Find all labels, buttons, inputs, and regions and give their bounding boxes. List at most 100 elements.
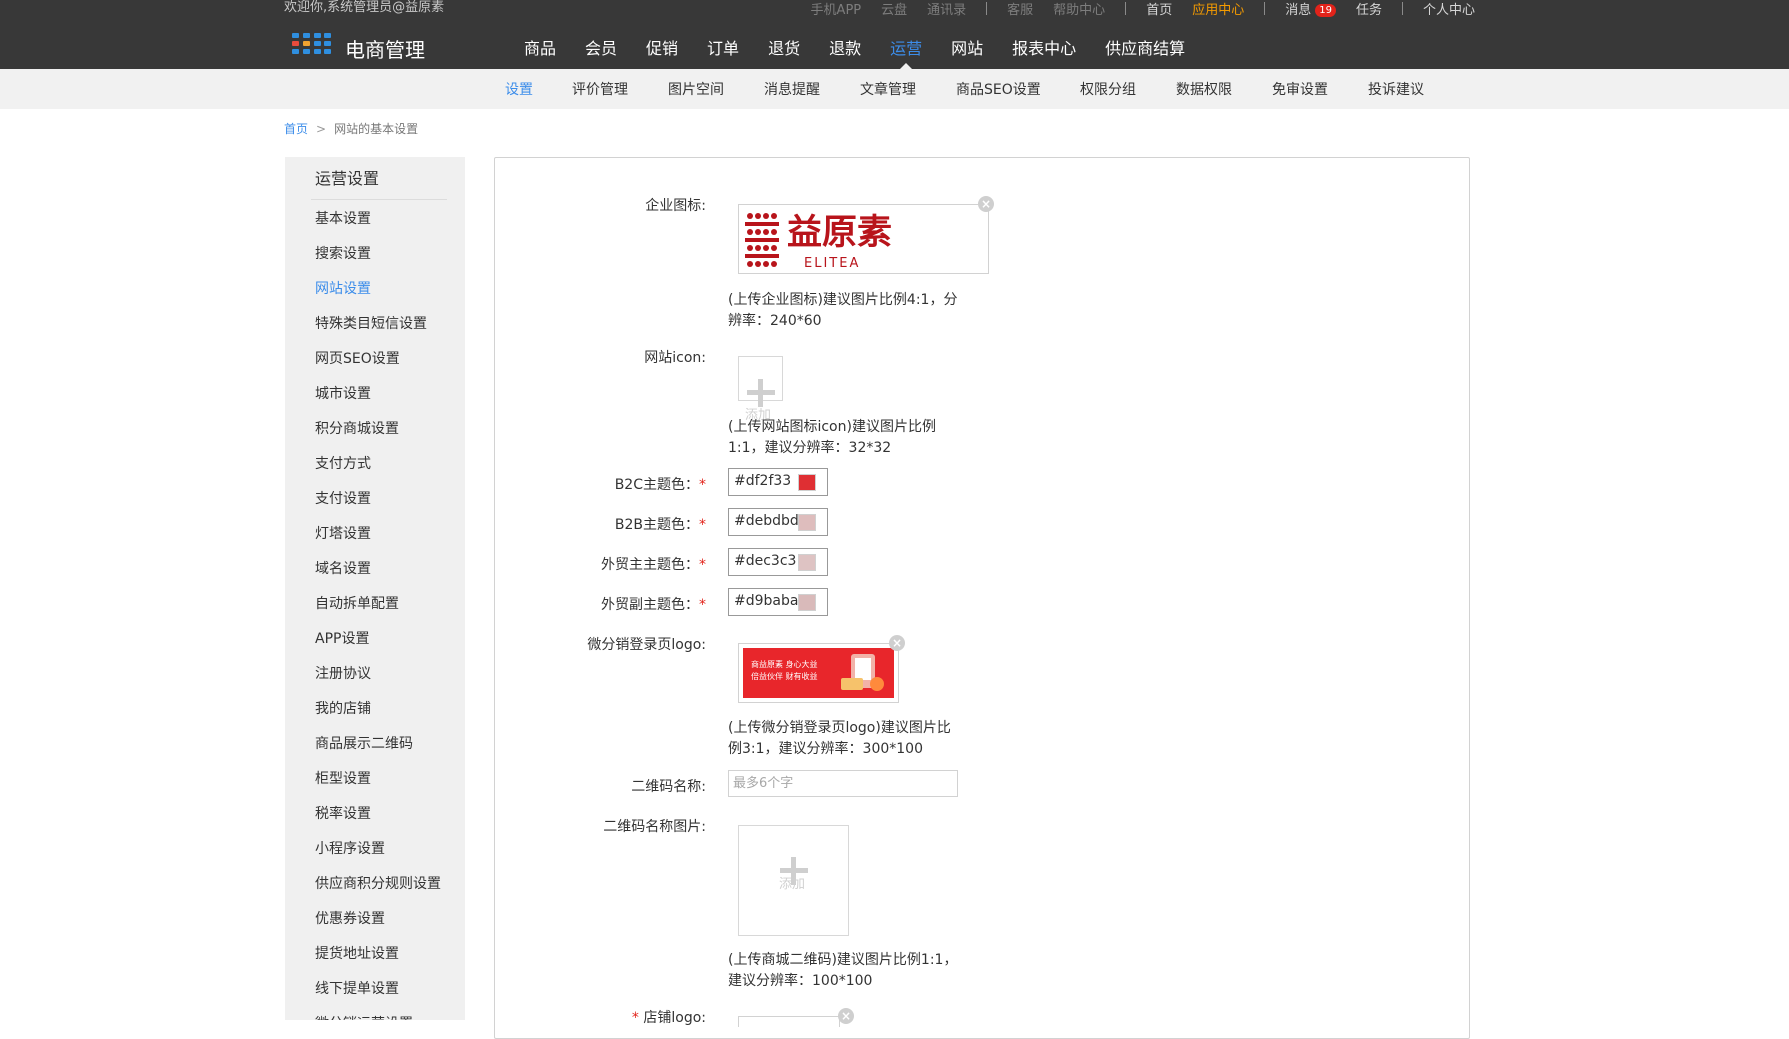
sidebar-item-pickup[interactable]: 提货地址设置 — [315, 937, 441, 972]
wdx-banner-line1: 商益原素 身心大益 — [751, 659, 818, 669]
sidebar-item-app[interactable]: APP设置 — [315, 622, 441, 657]
cloud-link[interactable]: 云盘 — [881, 0, 907, 18]
sidebar: 运营设置 基本设置 搜索设置 网站设置 特殊类目短信设置 网页SEO设置 城市设… — [285, 157, 465, 1020]
home-link[interactable]: 首页 — [1146, 0, 1172, 18]
contacts-link[interactable]: 通讯录 — [927, 0, 966, 18]
qr-image-hint: (上传商城二维码)建议图片比例1:1， 建议分辨率：100*100 — [728, 950, 957, 992]
b2c-color-swatch[interactable] — [798, 474, 816, 491]
subnav-goods-seo[interactable]: 商品SEO设置 — [956, 79, 1041, 99]
main-nav: 商品 会员 促销 订单 退货 退款 运营 网站 报表中心 供应商结算 — [524, 36, 1214, 70]
hint-line: 例3:1，建议分辨率：300*100 — [728, 741, 923, 757]
nav-website[interactable]: 网站 — [951, 36, 983, 62]
nav-supplier-settlement[interactable]: 供应商结算 — [1105, 36, 1185, 62]
breadcrumb-separator: > — [316, 122, 327, 136]
shop-logo-preview — [738, 1016, 840, 1027]
required-mark: * — [631, 1010, 639, 1026]
divider — [986, 1, 988, 15]
remove-shop-logo-icon[interactable]: × — [838, 1008, 854, 1024]
wdx-logo-preview: 商益原素 身心大益 倍益伙伴 财有收益 — [738, 643, 899, 703]
hint-line: (上传网站图标icon)建议图片比例 — [728, 419, 936, 435]
hint-line: 建议分辨率：100*100 — [728, 973, 873, 989]
nav-operations[interactable]: 运营 — [890, 36, 922, 70]
sidebar-item-payment-methods[interactable]: 支付方式 — [315, 447, 441, 482]
sidebar-title: 运营设置 — [315, 169, 380, 188]
sidebar-item-points-mall[interactable]: 积分商城设置 — [315, 412, 441, 447]
sidebar-item-payment-settings[interactable]: 支付设置 — [315, 482, 441, 517]
site-icon-upload[interactable] — [738, 356, 783, 407]
b2c-color-label-text: B2C主题色： — [614, 477, 699, 493]
nav-refunds[interactable]: 退款 — [829, 36, 861, 62]
foreign-sub-color-value: #d9baba — [734, 593, 799, 609]
app-center-link[interactable]: 应用中心 — [1192, 0, 1244, 18]
b2b-color-value: #debdbd — [734, 513, 799, 529]
sidebar-item-mini-program[interactable]: 小程序设置 — [315, 832, 441, 867]
subnav-reviews[interactable]: 评价管理 — [572, 79, 628, 99]
brand-title: 电商管理 — [345, 38, 425, 62]
app-grid-logo-icon[interactable] — [292, 33, 331, 54]
sidebar-item-cabinet[interactable]: 柜型设置 — [315, 762, 441, 797]
personal-center-link[interactable]: 个人中心 — [1423, 0, 1475, 18]
sidebar-menu: 基本设置 搜索设置 网站设置 特殊类目短信设置 网页SEO设置 城市设置 积分商… — [315, 202, 441, 1020]
b2b-color-swatch[interactable] — [798, 514, 816, 531]
hint-line: 辨率：240*60 — [728, 313, 822, 329]
hint-line: (上传商城二维码)建议图片比例1:1， — [728, 952, 958, 968]
foreign-sub-color-picker[interactable]: #d9baba — [728, 588, 828, 616]
sidebar-item-registration[interactable]: 注册协议 — [315, 657, 441, 692]
b2b-color-label: B2B主题色：* — [615, 514, 706, 534]
nav-orders[interactable]: 订单 — [707, 36, 739, 62]
foreign-main-color-picker[interactable]: #dec3c3 — [728, 548, 828, 576]
nav-goods[interactable]: 商品 — [524, 36, 556, 62]
subnav-image-space[interactable]: 图片空间 — [668, 79, 724, 99]
sidebar-item-supplier-points[interactable]: 供应商积分规则设置 — [315, 867, 441, 902]
nav-reports[interactable]: 报表中心 — [1012, 36, 1076, 62]
b2b-color-picker[interactable]: #debdbd — [728, 508, 828, 536]
qr-name-label: 二维码名称: — [631, 779, 706, 795]
message-count-badge: 19 — [1315, 3, 1336, 17]
subnav-settings[interactable]: 设置 — [505, 79, 533, 99]
sidebar-item-coupon[interactable]: 优惠券设置 — [315, 902, 441, 937]
subnav-complaints[interactable]: 投诉建议 — [1368, 79, 1424, 99]
sidebar-item-website[interactable]: 网站设置 — [315, 272, 441, 307]
sidebar-item-goods-qrcode[interactable]: 商品展示二维码 — [315, 727, 441, 762]
subnav-exemption[interactable]: 免审设置 — [1272, 79, 1328, 99]
sidebar-item-my-shop[interactable]: 我的店铺 — [315, 692, 441, 727]
remove-company-logo-icon[interactable]: × — [978, 196, 994, 212]
sidebar-item-special-sms[interactable]: 特殊类目短信设置 — [315, 307, 441, 342]
subnav-message-reminder[interactable]: 消息提醒 — [764, 79, 820, 99]
sidebar-item-offline-order[interactable]: 线下提单设置 — [315, 972, 441, 1007]
remove-wdx-logo-icon[interactable]: × — [889, 635, 905, 651]
sidebar-item-lighthouse[interactable]: 灯塔设置 — [315, 517, 441, 552]
subnav-data-permission[interactable]: 数据权限 — [1176, 79, 1232, 99]
nav-returns[interactable]: 退货 — [768, 36, 800, 62]
sidebar-item-city[interactable]: 城市设置 — [315, 377, 441, 412]
service-link[interactable]: 客服 — [1007, 0, 1033, 18]
shop-logo-label-text: 店铺logo: — [643, 1010, 706, 1026]
foreign-sub-color-label-text: 外贸副主题色： — [601, 597, 699, 613]
mobile-app-link[interactable]: 手机APP — [811, 0, 862, 18]
divider — [311, 199, 447, 200]
required-mark: * — [699, 557, 706, 573]
wdx-logo-hint: (上传微分销登录页logo)建议图片比 例3:1，建议分辨率：300*100 — [728, 718, 951, 760]
sidebar-item-auto-split[interactable]: 自动拆单配置 — [315, 587, 441, 622]
nav-promotion[interactable]: 促销 — [646, 36, 678, 62]
foreign-sub-color-swatch[interactable] — [798, 594, 816, 611]
qr-name-input[interactable] — [728, 770, 958, 797]
b2c-color-picker[interactable]: #df2f33 — [728, 468, 828, 496]
subnav-articles[interactable]: 文章管理 — [860, 79, 916, 99]
sidebar-item-search[interactable]: 搜索设置 — [315, 237, 441, 272]
sidebar-item-tax[interactable]: 税率设置 — [315, 797, 441, 832]
company-logo-preview: 益原素 ELITEA — [738, 204, 989, 274]
foreign-main-color-swatch[interactable] — [798, 554, 816, 571]
subnav-permission-groups[interactable]: 权限分组 — [1080, 79, 1136, 99]
sidebar-item-basic[interactable]: 基本设置 — [315, 202, 441, 237]
breadcrumb-home[interactable]: 首页 — [284, 122, 308, 136]
sidebar-item-wdx-operation[interactable]: 微分销运营设置 — [315, 1007, 441, 1020]
sidebar-item-page-seo[interactable]: 网页SEO设置 — [315, 342, 441, 377]
shop-logo-label: * 店铺logo: — [632, 1007, 706, 1027]
divider — [1125, 1, 1127, 15]
messages-link[interactable]: 消息 19 — [1285, 0, 1336, 18]
help-link[interactable]: 帮助中心 — [1053, 0, 1105, 18]
tasks-link[interactable]: 任务 — [1356, 0, 1382, 18]
sidebar-item-domain[interactable]: 域名设置 — [315, 552, 441, 587]
nav-members[interactable]: 会员 — [585, 36, 617, 62]
